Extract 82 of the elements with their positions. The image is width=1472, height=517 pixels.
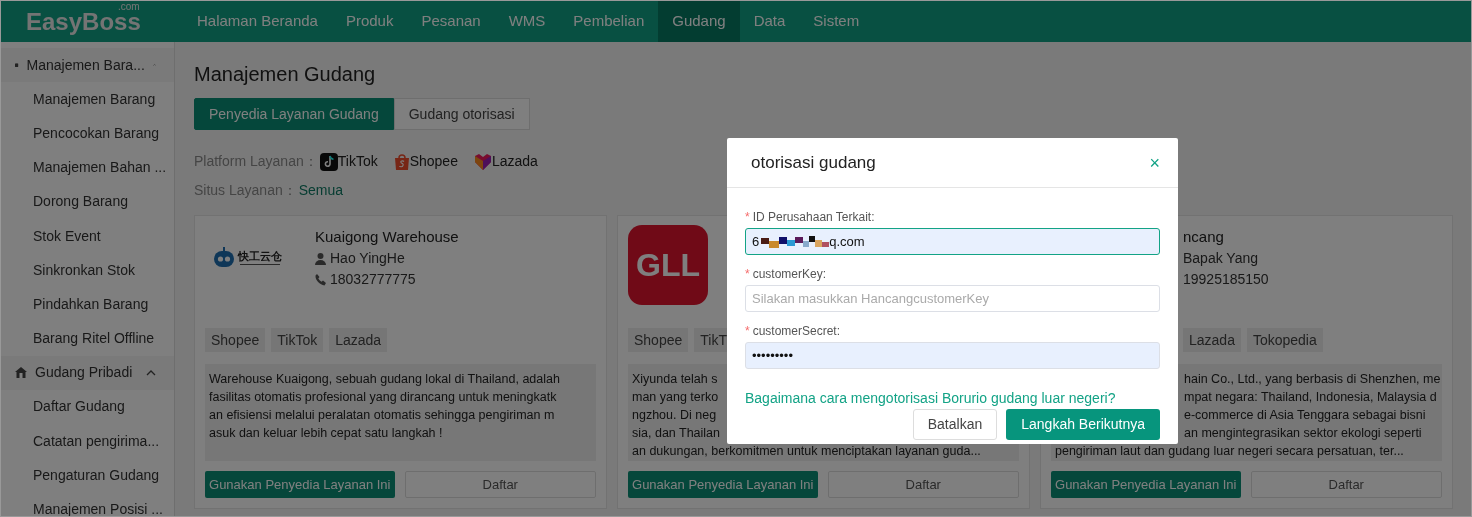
platform-tag: Lazada [1183,328,1241,352]
platform-tag: Shopee [205,328,266,352]
brand-suffix: .com [118,2,140,12]
contact-name: Hao YingHe [330,249,405,268]
sidebar-group[interactable]: Manajemen Bara... [1,48,174,83]
tab[interactable]: Gudang otorisasi [393,98,530,130]
description-text: Warehouse Kuaigong, sebuah gudang lokal di Thailand, adalah [209,371,560,388]
house-icon [15,367,27,379]
input-field[interactable]: ••••••••• [745,342,1160,369]
nav-tab[interactable]: Gudang [658,1,740,42]
description-text: sia, dan Thailan [632,425,721,442]
description-text: an dukungan, berkomitmen untuk menciptakan layanan guda... [632,443,981,460]
description-text: asuk dan keluar lebih cepat satu langkah ! [209,425,443,442]
music-note-icon [319,152,338,171]
filter-option[interactable]: TikTok [319,151,378,172]
platform-tag: Shopee [628,328,689,352]
sidebar-item[interactable]: Manajemen Bahan ... [1,150,174,185]
sidebar-item[interactable]: Pengaturan Gudang [1,458,174,493]
list-button[interactable]: Daftar [827,471,1019,498]
provider-name: Kuaigong Warehouse [315,227,459,247]
input-field[interactable]: 6 q.com [745,228,1160,255]
contact-name: Bapak Yang [1183,249,1258,268]
description-text: man yang terko [632,389,719,406]
sidebar-item[interactable]: Pindahkan Barang [1,287,174,322]
sidebar-item[interactable]: Barang Ritel Offline [1,321,174,356]
sidebar-group[interactable]: Gudang Pribadi [1,355,174,390]
use-provider-button[interactable]: Gunakan Penyedia Layanan Ini [1051,471,1241,498]
nav-tab[interactable]: WMS [494,1,560,42]
sidebar-item[interactable]: Manajemen Barang [1,82,174,117]
platform-tag: TikTok [271,328,324,352]
person-icon [315,252,326,265]
filter-option[interactable]: Shopee [393,151,458,172]
list-button[interactable]: Daftar [404,471,596,498]
sidebar-item[interactable]: Sinkronkan Stok [1,253,174,288]
help-link[interactable]: Bagaimana cara mengotorisasi Borurio gudang luar negeri? [745,389,1116,407]
nav-tab[interactable]: Sistem [799,1,874,42]
description-text: e-commerce di Asia Tenggara sebagai bisni [1184,407,1426,424]
use-provider-button[interactable]: Gunakan Penyedia Layanan Ini [205,471,395,498]
required-asterisk: * [745,266,750,283]
description-text: Xiyunda telah s [632,371,718,388]
close-button[interactable]: × [1149,153,1160,172]
required-asterisk: * [745,209,750,226]
sidebar-item[interactable]: Stok Event [1,218,174,254]
filter-option[interactable]: Semua [298,180,344,201]
nav-tab[interactable]: Pesanan [407,1,495,42]
heart-icon [473,152,492,171]
list-button[interactable]: Daftar [1250,471,1442,498]
dialog-title: otorisasi gudang [751,151,876,174]
platform-tag: Tokopedia [1246,328,1323,352]
field-label: customerSecret: [752,323,841,340]
required-asterisk: * [745,323,750,340]
phone-number: 19925185150 [1183,270,1269,289]
use-provider-button[interactable]: Gunakan Penyedia Layanan Ini [628,471,818,498]
description-text: an mengintegrasikan sektor ekologi seperti [1184,425,1422,442]
filter-option[interactable]: Lazada [473,151,538,172]
next-step-button[interactable]: Langkah Berikutnya [1006,409,1160,440]
phone-number: 18032777775 [330,270,416,289]
phone-icon [315,273,326,286]
field-label: ID Perusahaan Terkait: [752,209,875,226]
company-logo: 快工云仓 [212,247,282,269]
sidebar-item[interactable]: Catatan pengirima... [1,424,174,459]
cancel-button[interactable]: Batalkan [912,409,998,440]
sidebar-item[interactable]: Dorong Barang [1,184,174,219]
shopping-bag-icon [393,152,410,171]
company-logo: GLL [628,225,708,305]
description-text: pengiriman laut dan gudang luar negeri secara persatuan, ter... [1055,443,1404,460]
provider-name: ncang [1183,227,1225,247]
nav-tab[interactable]: Produk [331,1,408,42]
description-text: hain Co., Ltd., yang berbasis di Shenzhen, me [1184,371,1441,388]
input-field[interactable]: Silakan masukkan HancangcustomerKey [745,285,1160,312]
page-title: Manajemen Gudang [194,62,377,87]
sidebar-item[interactable]: Manajemen Posisi ... [1,492,174,516]
description-text: fasilitas otomatis profesional yang dirancang untuk meningkatk [209,389,557,406]
sidebar-item[interactable]: Pencocokan Barang [1,116,174,151]
description-text: mpat negara: Thailand, Indonesia, Malaysia d [1184,389,1437,406]
description-text: ngzhou. Di neg [632,407,717,424]
platform-tag: Lazada [329,328,388,352]
nav-tab[interactable]: Halaman Beranda [183,1,332,42]
description-text: an efisiensi melalui peralatan otomatis sehingga pengiriman m [209,407,555,424]
field-label: customerKey: [752,266,827,283]
tab[interactable]: Penyedia Layanan Gudang [194,98,394,130]
brand-logo: EasyBoss [26,10,141,34]
